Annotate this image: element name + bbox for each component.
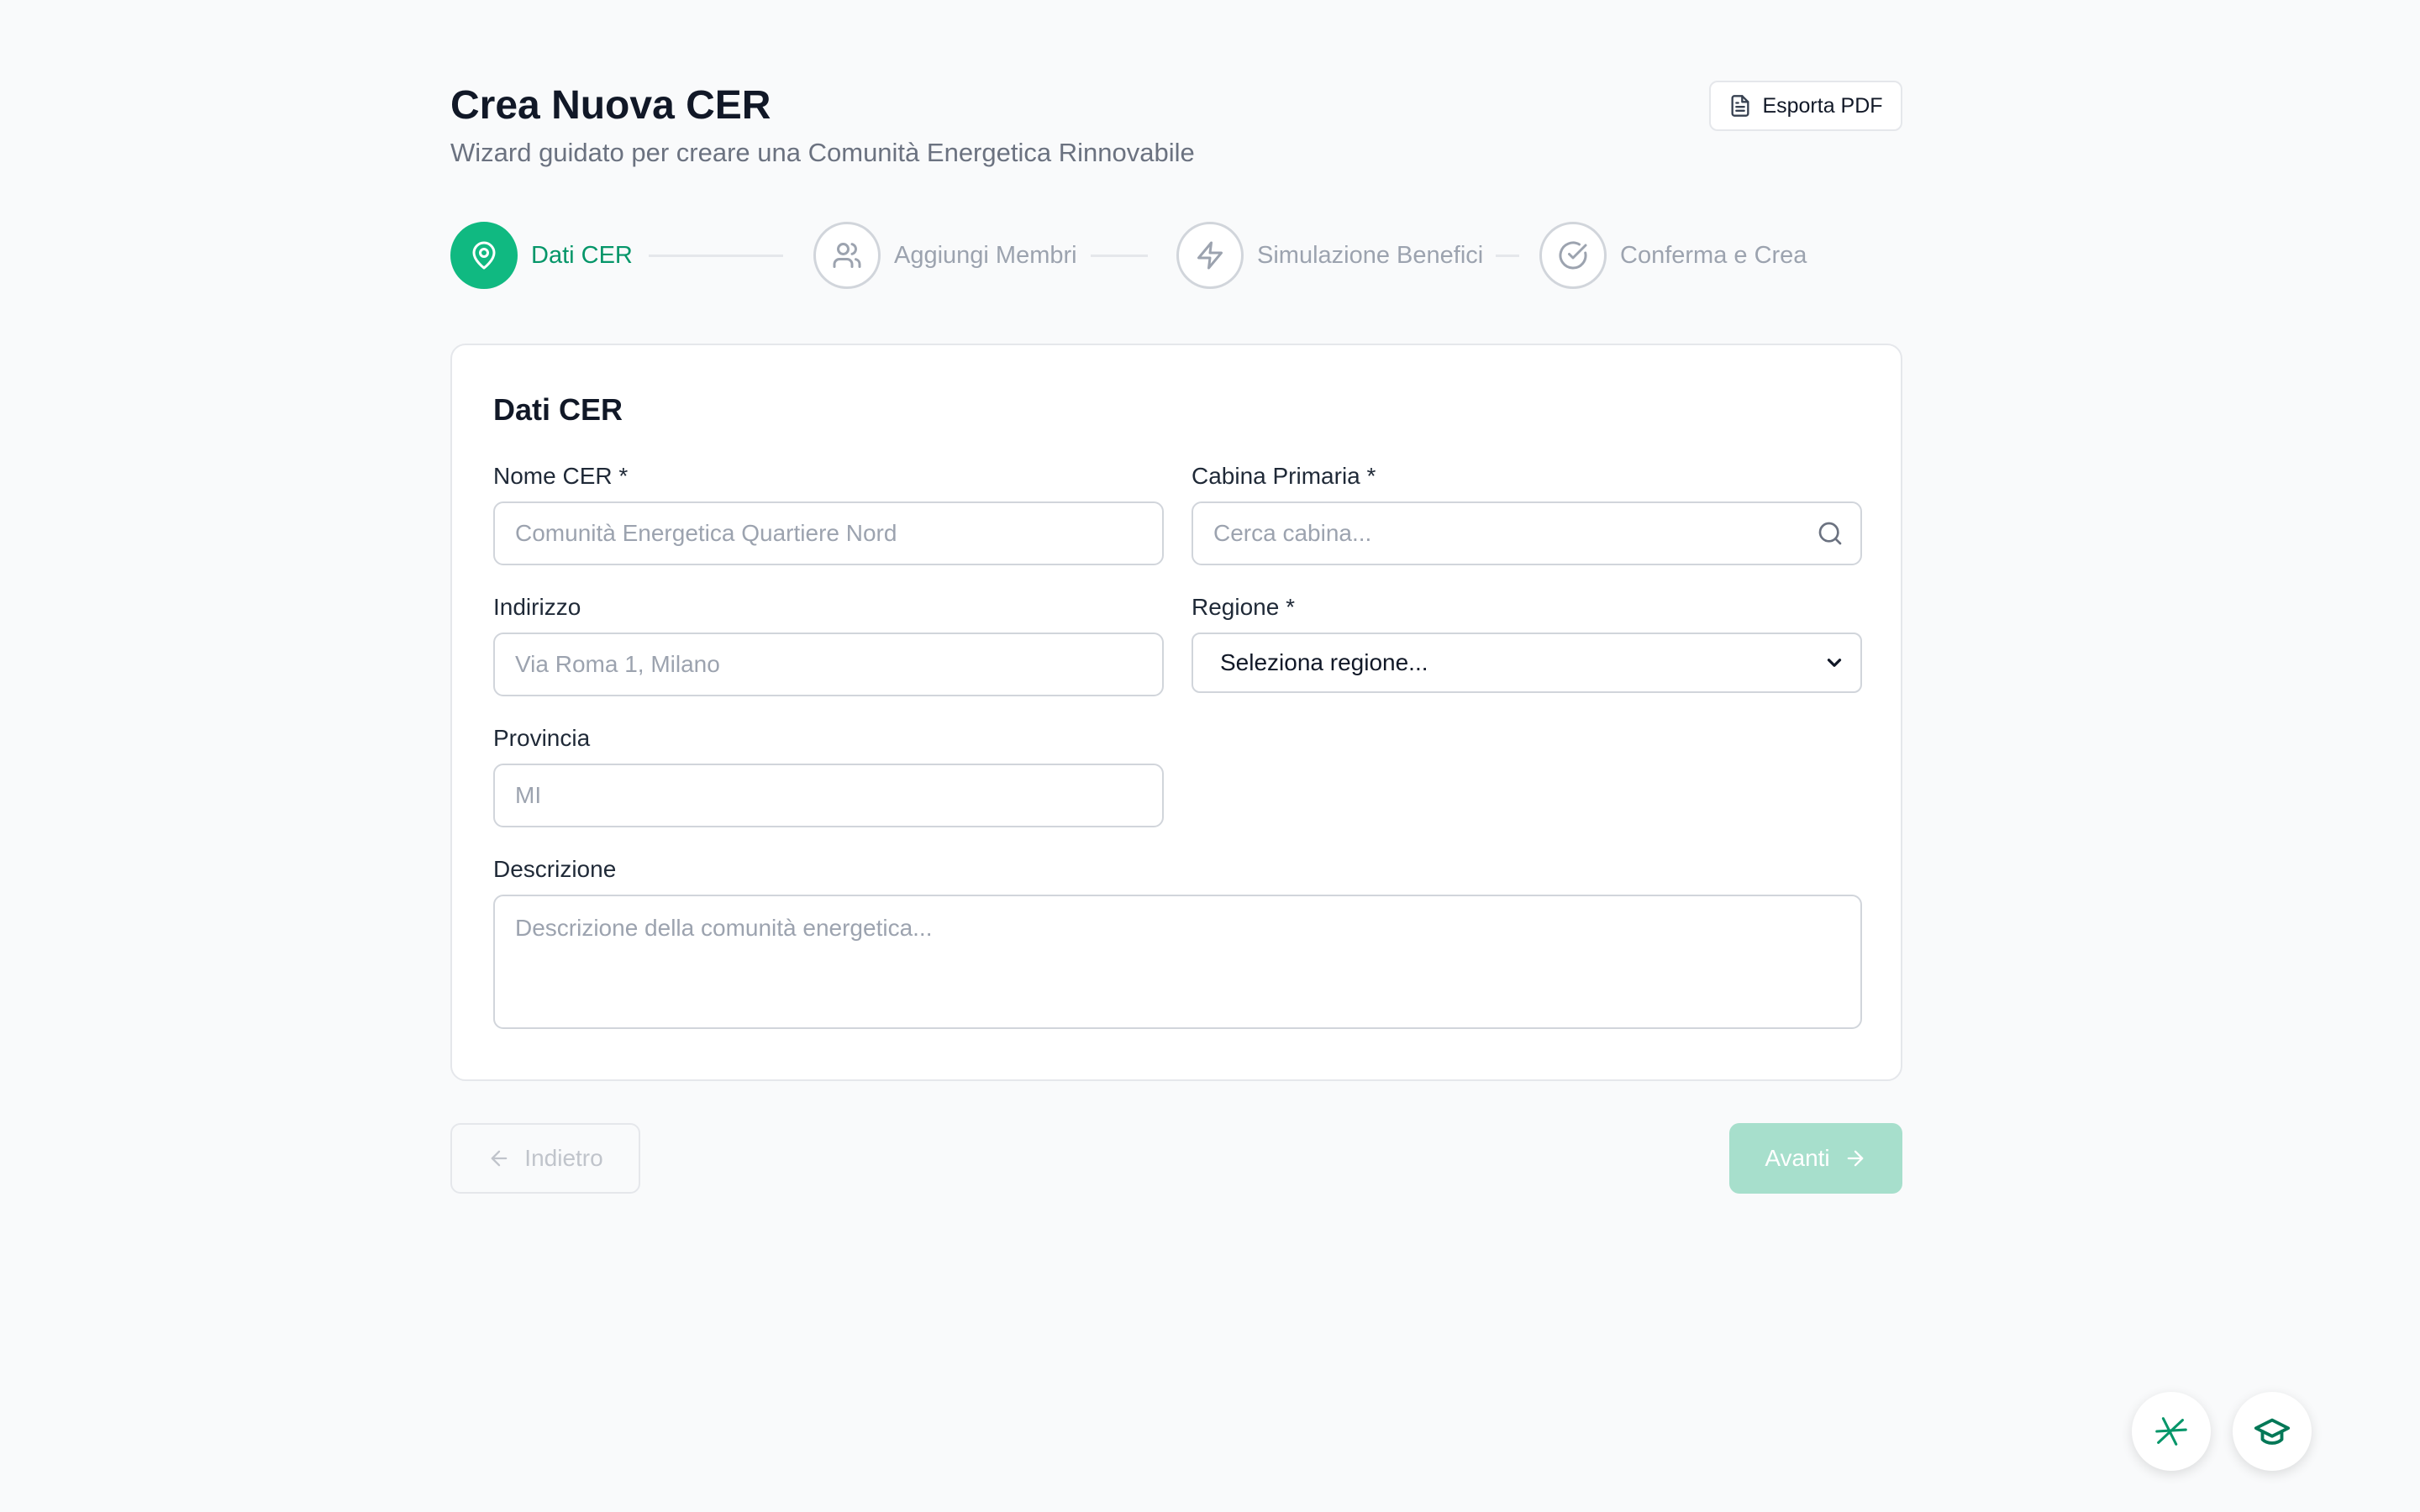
field-descrizione: Descrizione bbox=[493, 854, 1862, 1033]
next-label: Avanti bbox=[1765, 1145, 1830, 1171]
export-pdf-button[interactable]: Esporta PDF bbox=[1709, 81, 1902, 131]
indirizzo-input[interactable] bbox=[493, 633, 1164, 696]
descrizione-textarea[interactable] bbox=[493, 895, 1862, 1029]
back-label: Indietro bbox=[524, 1145, 603, 1171]
provincia-input[interactable] bbox=[493, 764, 1164, 827]
assistant-fab-button[interactable] bbox=[2132, 1392, 2211, 1471]
page-header: Crea Nuova CER Wizard guidato per creare… bbox=[450, 81, 1902, 181]
lightning-icon bbox=[1197, 241, 1223, 270]
arrow-right-icon bbox=[1847, 1150, 1863, 1167]
step-conferma-crea[interactable]: Conferma e Crea bbox=[1539, 222, 1807, 289]
page-title: Crea Nuova CER bbox=[450, 83, 771, 128]
step-label: Aggiungi Membri bbox=[894, 241, 1077, 269]
indirizzo-label: Indirizzo bbox=[493, 594, 581, 620]
sparkle-icon bbox=[2155, 1417, 2187, 1446]
step-aggiungi-membri[interactable]: Aggiungi Membri bbox=[813, 222, 1077, 289]
wizard-stepper: Dati CER Aggiungi Membri Simulazione Ben… bbox=[450, 222, 1902, 289]
descrizione-label: Descrizione bbox=[493, 856, 617, 882]
nome-cer-label: Nome CER * bbox=[493, 463, 629, 489]
nome-cer-input[interactable] bbox=[493, 501, 1164, 565]
graduation-cap-icon bbox=[2254, 1418, 2291, 1445]
step-connector bbox=[1091, 255, 1148, 257]
cabina-search-wrap bbox=[1192, 491, 1862, 565]
regione-label: Regione * bbox=[1192, 594, 1295, 620]
cabina-search-input[interactable] bbox=[1192, 501, 1862, 565]
step-connector bbox=[1496, 255, 1519, 257]
step-dati-cer[interactable]: Dati CER bbox=[450, 222, 633, 289]
check-circle-icon bbox=[1559, 241, 1587, 270]
provincia-label: Provincia bbox=[493, 725, 591, 751]
cabina-primaria-label: Cabina Primaria * bbox=[1192, 463, 1376, 489]
field-indirizzo: Indirizzo bbox=[493, 592, 1164, 696]
export-pdf-label: Esporta PDF bbox=[1762, 93, 1883, 118]
users-icon bbox=[833, 243, 861, 268]
field-nome-cer: Nome CER * bbox=[493, 461, 1164, 565]
step-circle bbox=[1539, 222, 1607, 289]
step-circle bbox=[450, 222, 518, 289]
map-pin-icon bbox=[472, 241, 496, 270]
tutorial-fab-button[interactable] bbox=[2233, 1392, 2312, 1471]
regione-select[interactable]: Seleziona regione... bbox=[1192, 633, 1862, 693]
file-text-icon bbox=[1731, 95, 1749, 117]
form-title: Dati CER bbox=[493, 392, 623, 427]
step-label: Dati CER bbox=[531, 241, 633, 269]
step-circle bbox=[813, 222, 881, 289]
back-button[interactable]: Indietro bbox=[450, 1123, 640, 1194]
form-card: Dati CER Nome CER * Cabina Primaria * In… bbox=[450, 344, 1902, 1081]
regione-selected-value: Seleziona regione... bbox=[1220, 649, 1428, 675]
step-circle bbox=[1176, 222, 1244, 289]
chevron-down-icon bbox=[1827, 659, 1842, 667]
search-icon bbox=[1818, 522, 1842, 545]
arrow-left-icon bbox=[491, 1150, 508, 1167]
field-provincia: Provincia bbox=[493, 723, 1164, 827]
page: Crea Nuova CER Wizard guidato per creare… bbox=[450, 81, 1902, 1194]
step-simulazione-benefici[interactable]: Simulazione Benefici bbox=[1176, 222, 1483, 289]
step-label: Simulazione Benefici bbox=[1257, 241, 1484, 269]
next-button[interactable]: Avanti bbox=[1729, 1123, 1902, 1194]
field-regione: Regione * Seleziona regione... bbox=[1192, 592, 1862, 693]
field-cabina-primaria: Cabina Primaria * bbox=[1192, 461, 1862, 565]
page-subtitle: Wizard guidato per creare una Comunità E… bbox=[450, 138, 1195, 167]
step-connector bbox=[649, 255, 783, 257]
step-label: Conferma e Crea bbox=[1620, 241, 1807, 269]
